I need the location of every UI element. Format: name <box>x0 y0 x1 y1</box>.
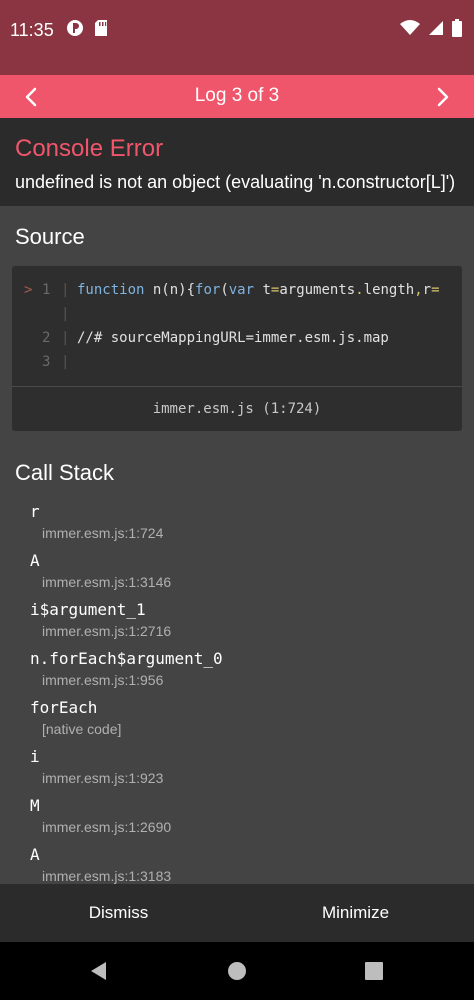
recents-icon <box>365 962 383 980</box>
source-code-frame[interactable]: > 1 | function n(n){for(var t=arguments.… <box>12 266 462 431</box>
stack-frame-function: forEach <box>30 698 98 717</box>
stack-frame-location: immer.esm.js:1:2690 <box>42 819 172 835</box>
error-title: Console Error <box>15 135 164 162</box>
code-line-text: function n(n){for(var t=arguments.length… <box>77 282 440 298</box>
stack-frame[interactable]: i immer.esm.js:1:923 <box>30 746 460 787</box>
chevron-right-icon <box>437 87 449 107</box>
code-line-gutter: | <box>61 306 70 322</box>
stack-frame[interactable]: A immer.esm.js:1:3183 <box>30 844 460 884</box>
bottom-action-bar: Dismiss Minimize <box>0 884 474 942</box>
stack-frame-function: i$argument_1 <box>30 600 146 619</box>
stack-frame-function: i <box>30 747 40 766</box>
signal-icon <box>429 21 443 35</box>
back-icon <box>91 962 106 980</box>
code-line-number: 1 <box>42 282 51 298</box>
source-file-location: immer.esm.js (1:724) <box>152 401 322 417</box>
stack-frame-function: r <box>30 502 40 521</box>
battery-icon <box>452 19 462 37</box>
stack-frame[interactable]: i$argument_1 immer.esm.js:1:2716 <box>30 599 460 640</box>
source-heading: Source <box>15 224 85 249</box>
stack-frame-location: immer.esm.js:1:2716 <box>42 623 172 639</box>
error-header: Console Error undefined is not an object… <box>0 118 474 206</box>
code-line-number: 2 <box>42 330 51 346</box>
next-log-button[interactable] <box>428 84 458 110</box>
system-home-button[interactable] <box>225 959 249 983</box>
stack-frame-function: M <box>30 796 40 815</box>
minimize-button[interactable]: Minimize <box>237 884 474 942</box>
code-line-gutter: | <box>61 330 70 346</box>
system-nav-bar <box>0 942 474 1000</box>
code-line-gutter: | <box>61 354 70 370</box>
code-line-gutter: | <box>61 282 70 298</box>
code-line-text: //# sourceMappingURL=immer.esm.js.map <box>77 330 389 346</box>
app-notification-icon <box>67 20 83 36</box>
home-icon <box>228 962 246 980</box>
error-message: undefined is not an object (evaluating '… <box>15 172 456 192</box>
stack-frame-location: immer.esm.js:1:923 <box>42 770 164 786</box>
dismiss-button[interactable]: Dismiss <box>0 884 237 942</box>
stack-frame-location: [native code] <box>42 721 122 737</box>
wifi-icon <box>400 20 420 35</box>
code-divider <box>12 386 462 387</box>
stack-frame[interactable]: A immer.esm.js:1:3146 <box>30 550 460 591</box>
stack-frame-function: A <box>30 845 40 864</box>
log-content[interactable]: Source > 1 | function n(n){for(var t=arg… <box>0 206 474 884</box>
system-back-button[interactable] <box>87 959 111 983</box>
system-recents-button[interactable] <box>362 959 386 983</box>
status-icons-right <box>400 19 462 37</box>
stack-frame-location: immer.esm.js:1:3146 <box>42 574 172 590</box>
call-stack-heading: Call Stack <box>15 460 115 485</box>
status-icons-left <box>66 19 108 37</box>
stack-frame-location: immer.esm.js:1:724 <box>42 525 164 541</box>
code-line-number: 3 <box>42 354 51 370</box>
stack-frame[interactable]: r immer.esm.js:1:724 <box>30 501 460 542</box>
sd-card-icon <box>95 20 107 36</box>
stack-frame-function: A <box>30 551 40 570</box>
log-title: Log 3 of 3 <box>194 85 280 106</box>
log-nav-bar: Log 3 of 3 <box>0 75 474 118</box>
code-line-marker: > <box>24 282 33 298</box>
stack-frame-function: n.forEach$argument_0 <box>30 649 223 668</box>
stack-frame-location: immer.esm.js:1:956 <box>42 672 164 688</box>
stack-frame[interactable]: forEach [native code] <box>30 697 460 738</box>
stack-frame[interactable]: n.forEach$argument_0 immer.esm.js:1:956 <box>30 648 460 689</box>
stack-frame-location: immer.esm.js:1:3183 <box>42 868 172 884</box>
status-time: 11:35 <box>10 20 54 40</box>
status-bar: 11:35 <box>0 0 474 75</box>
stack-frame[interactable]: M immer.esm.js:1:2690 <box>30 795 460 836</box>
